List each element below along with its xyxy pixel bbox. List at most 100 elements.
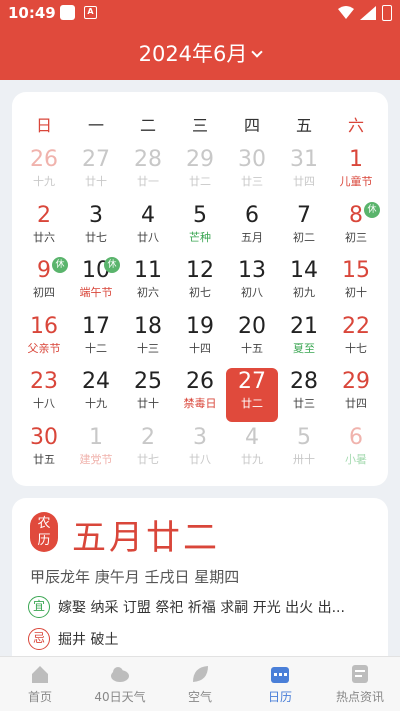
month-selector[interactable]: 2024年6月 <box>0 38 400 68</box>
day-number: 3 <box>89 202 103 228</box>
ji-row[interactable]: 忌 掘井 破土 <box>28 628 378 650</box>
lunar-label: 廿十 <box>137 397 159 410</box>
calendar-day[interactable]: 3 廿八 <box>174 424 226 478</box>
day-number: 13 <box>238 258 266 283</box>
calendar-day[interactable]: 4 廿九 <box>226 424 278 478</box>
day-number: 15 <box>342 258 370 283</box>
yi-row[interactable]: 宜 嫁娶 纳采 订盟 祭祀 祈福 求嗣 开光 出火 出... <box>28 596 378 618</box>
calendar-day[interactable]: 23 十八 <box>18 368 70 422</box>
lunar-label: 廿八 <box>189 452 211 466</box>
calendar-day[interactable]: 8 初三休 <box>330 201 382 256</box>
calendar-day[interactable]: 2 廿七 <box>122 424 174 478</box>
calendar-day[interactable]: 12 初七 <box>174 257 226 311</box>
calendar-day[interactable]: 9 初四休 <box>18 257 70 311</box>
day-number: 1 <box>89 424 103 450</box>
calendar-day[interactable]: 25 廿十 <box>122 368 174 422</box>
lunar-label: 廿五 <box>33 452 55 466</box>
lunar-date: 五月廿二 <box>72 518 220 558</box>
calendar-day[interactable]: 7 初二 <box>278 202 330 256</box>
lunar-label: 儿童节 <box>339 175 373 188</box>
tab-home[interactable]: 首页 <box>0 657 80 711</box>
lunar-label: 廿十 <box>85 175 107 188</box>
lunar-label: 初三 <box>345 230 367 244</box>
calendar-day[interactable]: 27 廿二 <box>226 368 278 422</box>
calendar-day[interactable]: 26 禁毒日 <box>174 368 226 422</box>
calendar-card: 日一二三四五六 26 十九 27 廿十 28 廿一 29 廿二 30 廿三 31 廿四 1 儿童节 2 廿六 3… <box>12 92 388 486</box>
lunar-label: 初八 <box>241 286 263 299</box>
day-number: 11 <box>134 258 162 283</box>
lunar-label: 十七 <box>345 341 367 355</box>
day-number: 31 <box>290 147 318 172</box>
holiday-rest-badge: 休 <box>52 257 68 273</box>
calendar-day[interactable]: 24 十九 <box>70 368 122 422</box>
calendar-day[interactable]: 3 廿七 <box>70 202 122 256</box>
tab-news[interactable]: 热点资讯 <box>320 657 400 711</box>
tab-calendar[interactable]: 日历 <box>240 657 320 711</box>
calendar-day[interactable]: 21 夏至 <box>278 313 330 367</box>
yi-icon: 宜 <box>28 596 50 618</box>
calendar-day[interactable]: 10 端午节休 <box>70 257 122 311</box>
calendar-day[interactable]: 27 廿十 <box>70 146 122 200</box>
calendar-day[interactable]: 30 廿三 <box>226 146 278 200</box>
ji-icon: 忌 <box>28 628 50 650</box>
day-number: 27 <box>82 147 110 172</box>
status-time: 10:49 <box>8 4 56 22</box>
calendar-day[interactable]: 17 十二 <box>70 313 122 367</box>
calendar-day[interactable]: 5 卅十 <box>278 424 330 478</box>
day-number: 28 <box>134 147 162 172</box>
calendar-day[interactable]: 29 廿四 <box>330 368 382 422</box>
tab-label: 空气 <box>187 690 212 704</box>
calendar-day[interactable]: 15 初十 <box>330 257 382 311</box>
lunar-label: 廿七 <box>137 452 159 466</box>
day-number: 12 <box>186 258 214 283</box>
calendar-day[interactable]: 1 儿童节 <box>330 146 382 200</box>
calendar-day[interactable]: 16 父亲节 <box>18 313 70 367</box>
day-number: 5 <box>297 424 311 450</box>
calendar-day[interactable]: 20 十五 <box>226 313 278 367</box>
lunar-label: 十八 <box>33 397 55 410</box>
calendar-day[interactable]: 30 廿五 <box>18 424 70 478</box>
tab-leaf[interactable]: 空气 <box>160 657 240 711</box>
lunar-label: 十九 <box>85 397 107 410</box>
calendar-day[interactable]: 19 十四 <box>174 313 226 367</box>
calendar-day[interactable]: 4 廿八 <box>122 202 174 256</box>
calendar-day[interactable]: 6 五月 <box>226 202 278 256</box>
calendar-day[interactable]: 31 廿四 <box>278 146 330 200</box>
calendar-day[interactable]: 1 建党节 <box>70 424 122 478</box>
calendar-day[interactable]: 22 十七 <box>330 313 382 367</box>
day-number: 27 <box>238 369 266 394</box>
day-number: 19 <box>186 313 214 339</box>
lunar-label: 廿四 <box>293 175 315 188</box>
bottom-tab-bar: 首页 40日天气 空气 日历 热点资讯 <box>0 656 400 711</box>
lunar-label: 初七 <box>189 286 211 299</box>
chevron-down-icon <box>251 46 264 58</box>
lunar-label: 廿三 <box>293 397 315 410</box>
lunar-label: 芒种 <box>189 230 211 244</box>
lunar-label: 廿二 <box>241 397 263 410</box>
lunar-label: 卅十 <box>293 452 315 466</box>
calendar-icon <box>271 667 289 683</box>
calendar-day[interactable]: 14 初九 <box>278 257 330 311</box>
calendar-day[interactable]: 18 十三 <box>122 313 174 367</box>
day-number: 30 <box>30 424 58 450</box>
calendar-day[interactable]: 13 初八 <box>226 257 278 311</box>
day-number: 4 <box>245 424 259 450</box>
calendar-day[interactable]: 29 廿二 <box>174 146 226 200</box>
weekday-label: 六 <box>347 116 364 135</box>
calendar-day[interactable]: 6 小暑 <box>330 424 382 478</box>
weekday-label: 四 <box>243 116 260 135</box>
lunar-label: 五月 <box>241 230 263 244</box>
lunar-label: 十二 <box>85 341 107 355</box>
calendar-day[interactable]: 2 廿六 <box>18 202 70 256</box>
calendar-day[interactable]: 28 廿一 <box>122 146 174 200</box>
calendar-day[interactable]: 28 廿三 <box>278 368 330 422</box>
calendar-day[interactable]: 11 初六 <box>122 257 174 311</box>
tab-cloud[interactable]: 40日天气 <box>80 657 160 711</box>
header-bar: 10:49 A 2024年6月 <box>0 0 400 80</box>
day-number: 23 <box>30 369 58 394</box>
lunar-label: 禁毒日 <box>183 397 217 410</box>
lunar-label: 夏至 <box>293 341 315 355</box>
calendar-day[interactable]: 5 芒种 <box>174 202 226 256</box>
lunar-label: 十五 <box>241 341 263 355</box>
calendar-day[interactable]: 26 十九 <box>18 146 70 200</box>
